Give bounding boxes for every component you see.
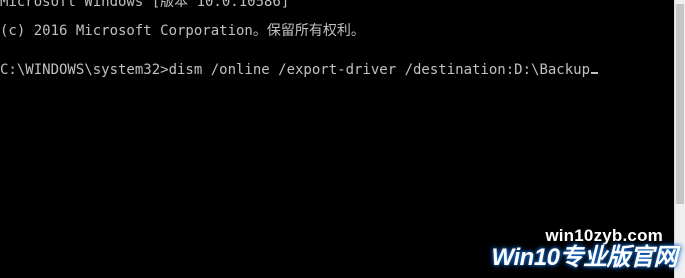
console-line-copyright: (c) 2016 Microsoft Corporation。保留所有权利。 — [0, 23, 365, 39]
command-prompt-window[interactable]: Microsoft Windows [版本 10.0.10586] (c) 20… — [0, 0, 685, 278]
vertical-scrollbar[interactable] — [674, 0, 685, 278]
console-command-line[interactable]: C:\WINDOWS\system32>dism /online /export… — [0, 60, 599, 80]
command-text: C:\WINDOWS\system32>dism /online /export… — [0, 62, 591, 78]
watermark-brand-logo: Win10专业版官网 — [491, 244, 678, 271]
scrollbar-thumb[interactable] — [676, 4, 684, 204]
console-line-version: Microsoft Windows [版本 10.0.10586] — [0, 0, 290, 10]
watermark-site: win10zyb.com — [545, 226, 663, 245]
text-cursor — [591, 72, 599, 74]
